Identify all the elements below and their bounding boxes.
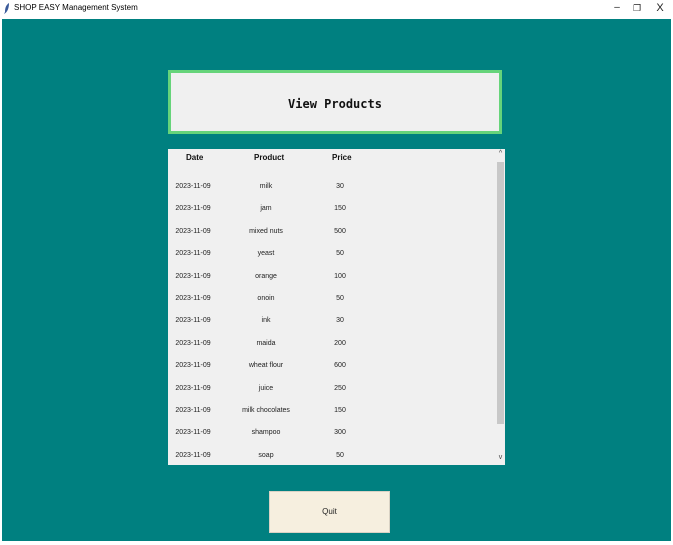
cell-price: 250	[334, 384, 346, 392]
cell-price: 200	[334, 339, 346, 347]
cell-date: 2023-11-09	[175, 183, 211, 190]
cell-date: 2023-11-09	[175, 205, 211, 213]
page-title: View Products	[288, 97, 382, 111]
cell-price: 50	[336, 295, 344, 302]
table-row[interactable]: 2023-11-09 ink 30	[168, 317, 498, 329]
cell-price: 500	[334, 227, 346, 235]
table-row[interactable]: 2023-11-09 mixed nuts 500	[168, 228, 498, 240]
cell-date: 2023-11-09	[175, 362, 211, 370]
table-row[interactable]: 2023-11-09 yeast 50	[168, 250, 498, 262]
cell-date: 2023-11-09	[175, 272, 211, 280]
cell-product: milk	[259, 183, 273, 190]
scroll-thumb[interactable]	[497, 162, 504, 424]
cell-product: ink	[261, 317, 271, 325]
cell-price: 100	[334, 272, 346, 280]
cell-date: 2023-11-09	[175, 227, 211, 235]
table-row[interactable]: 2023-11-09 shampoo 300	[168, 429, 498, 441]
cell-product: maida	[256, 339, 276, 347]
cell-product: yeast	[257, 250, 275, 258]
cell-price: 30	[336, 317, 344, 325]
table-row[interactable]: 2023-11-09 orange 100	[168, 273, 498, 285]
column-header-date[interactable]: Date	[186, 153, 203, 162]
cell-product: orange	[255, 272, 277, 280]
cell-product: juice	[258, 384, 274, 392]
table-row[interactable]: 2023-11-09 wheat flour 600	[168, 362, 498, 374]
cell-date: 2023-11-09	[175, 317, 211, 325]
column-header-product[interactable]: Product	[254, 153, 284, 162]
cell-date: 2023-11-09	[175, 429, 211, 437]
header-panel: View Products	[168, 70, 502, 134]
scroll-down-icon[interactable]: v	[496, 454, 505, 462]
table-row[interactable]: 2023-11-09 onoin 50	[168, 295, 498, 307]
maximize-button[interactable]: ❐	[627, 1, 647, 15]
products-table[interactable]: Date Product Price 2023-11-09 milk 30 2023-…	[168, 149, 505, 465]
minimize-button[interactable]: –	[607, 1, 627, 15]
table-row[interactable]: 2023-11-09 maida 200	[168, 340, 498, 352]
cell-date: 2023-11-09	[175, 451, 211, 459]
cell-product: onoin	[257, 295, 275, 302]
cell-date: 2023-11-09	[175, 295, 211, 302]
cell-date: 2023-11-09	[175, 250, 211, 258]
table-row[interactable]: 2023-11-09 jam 150	[168, 205, 498, 217]
cell-product: wheat flour	[248, 362, 284, 370]
cell-date: 2023-11-09	[175, 407, 211, 414]
cell-product: jam	[260, 205, 272, 213]
cell-price: 50	[336, 451, 344, 459]
cell-product: shampoo	[251, 429, 281, 437]
window-title: SHOP EASY Management System	[14, 3, 138, 12]
table-row[interactable]: 2023-11-09 juice 250	[168, 385, 498, 397]
quit-button[interactable]: Quit	[269, 491, 390, 533]
cell-product: mixed nuts	[249, 227, 283, 235]
cell-price: 600	[334, 362, 346, 370]
scroll-up-icon[interactable]: ^	[496, 150, 505, 158]
cell-price: 150	[334, 205, 346, 213]
table-scrollbar[interactable]: ^ v	[496, 149, 505, 465]
feather-icon	[4, 3, 9, 14]
column-header-price[interactable]: Price	[332, 153, 352, 162]
title-bar: SHOP EASY Management System – ❐ X	[0, 0, 673, 18]
table-row[interactable]: 2023-11-09 soap 50	[168, 452, 498, 464]
table-row[interactable]: 2023-11-09 milk 30	[168, 183, 498, 195]
cell-price: 150	[334, 407, 346, 414]
cell-product: milk chocolates	[242, 407, 290, 414]
cell-price: 50	[336, 250, 344, 258]
cell-date: 2023-11-09	[175, 384, 211, 392]
cell-price: 300	[334, 429, 346, 437]
close-button[interactable]: X	[650, 1, 670, 15]
cell-date: 2023-11-09	[175, 339, 211, 347]
cell-price: 30	[336, 183, 344, 190]
table-row[interactable]: 2023-11-09 milk chocolates 150	[168, 407, 498, 419]
cell-product: soap	[258, 451, 274, 459]
